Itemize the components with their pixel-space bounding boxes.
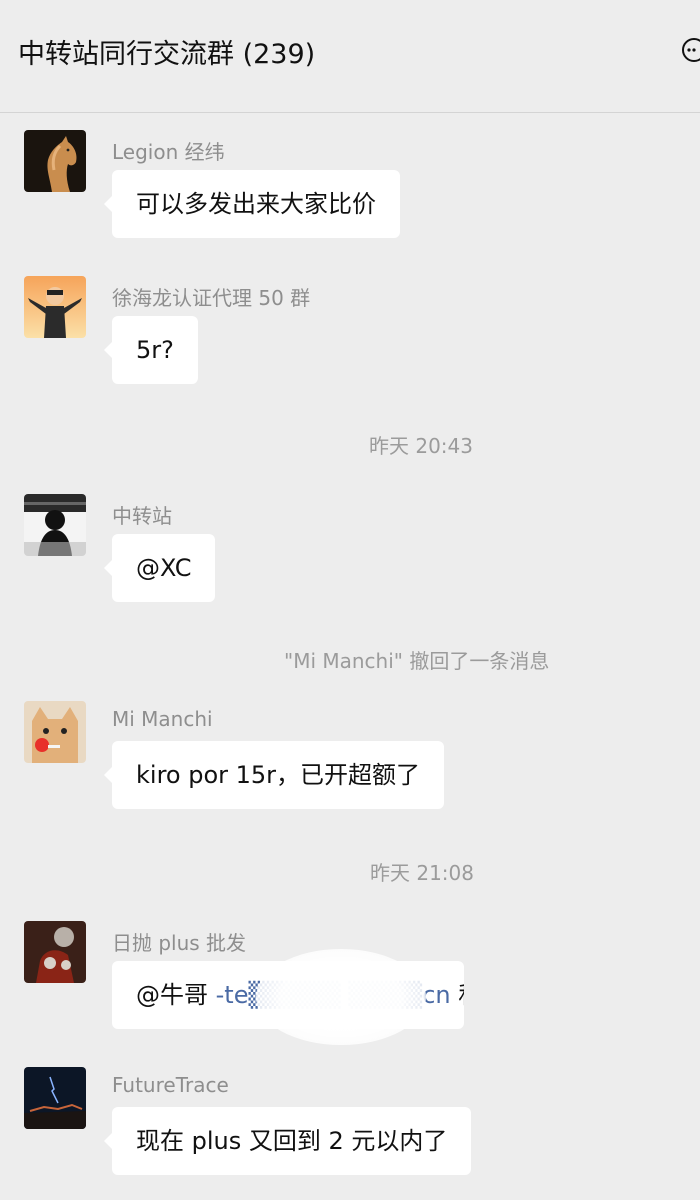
sender-name: Legion 经纬 [112, 140, 225, 164]
timestamp: 昨天 20:43 [369, 434, 473, 458]
message-bubble[interactable]: kiro por 15r，已开超额了 [103, 741, 445, 809]
message-bubble[interactable]: 可以多发出来大家比价 [104, 170, 400, 238]
group-title: 中转站同行交流群 (239) [18, 39, 316, 70]
chat-window: 中转站同行交流群 (239) Legion 经纬 可以多发出来大家比价 徐海龙认… [0, 0, 700, 1200]
night-sky-avatar-icon [24, 1067, 86, 1129]
figure-red-avatar-icon [24, 921, 86, 983]
avatar[interactable] [24, 130, 86, 192]
chat-bubble-icon[interactable] [680, 36, 700, 64]
avatar[interactable] [24, 494, 86, 556]
sender-name: FutureTrace [112, 1073, 229, 1097]
sender-name: 中转站 [112, 504, 172, 528]
horse-avatar-icon [24, 130, 86, 192]
avatar[interactable] [24, 921, 86, 983]
recall-notice: "Mi Manchi" 撤回了一条消息 [284, 649, 550, 673]
message-bubble[interactable]: 现在 plus 又回到 2 元以内了 [103, 1107, 472, 1175]
avatar[interactable] [24, 1067, 86, 1129]
sender-name: 徐海龙认证代理 50 群 [112, 286, 311, 310]
cat-lollipop-avatar-icon [24, 701, 86, 763]
chat-header: 中转站同行交流群 (239) [0, 0, 700, 113]
blur-redaction [256, 949, 426, 1045]
mention-text: @牛哥 [136, 981, 216, 1009]
sender-name: Mi Manchi [112, 707, 213, 731]
message-bubble[interactable]: 5r? [104, 316, 198, 384]
sender-name: 日抛 plus 批发 [112, 931, 247, 955]
timestamp: 昨天 21:08 [370, 861, 474, 885]
cartoon-man-avatar-icon [24, 276, 86, 338]
message-bubble[interactable]: @XC [103, 534, 216, 602]
dark-figure-avatar-icon [24, 494, 86, 556]
avatar[interactable] [24, 276, 86, 338]
avatar[interactable] [24, 701, 86, 763]
message-suffix: 私 [451, 981, 464, 1009]
